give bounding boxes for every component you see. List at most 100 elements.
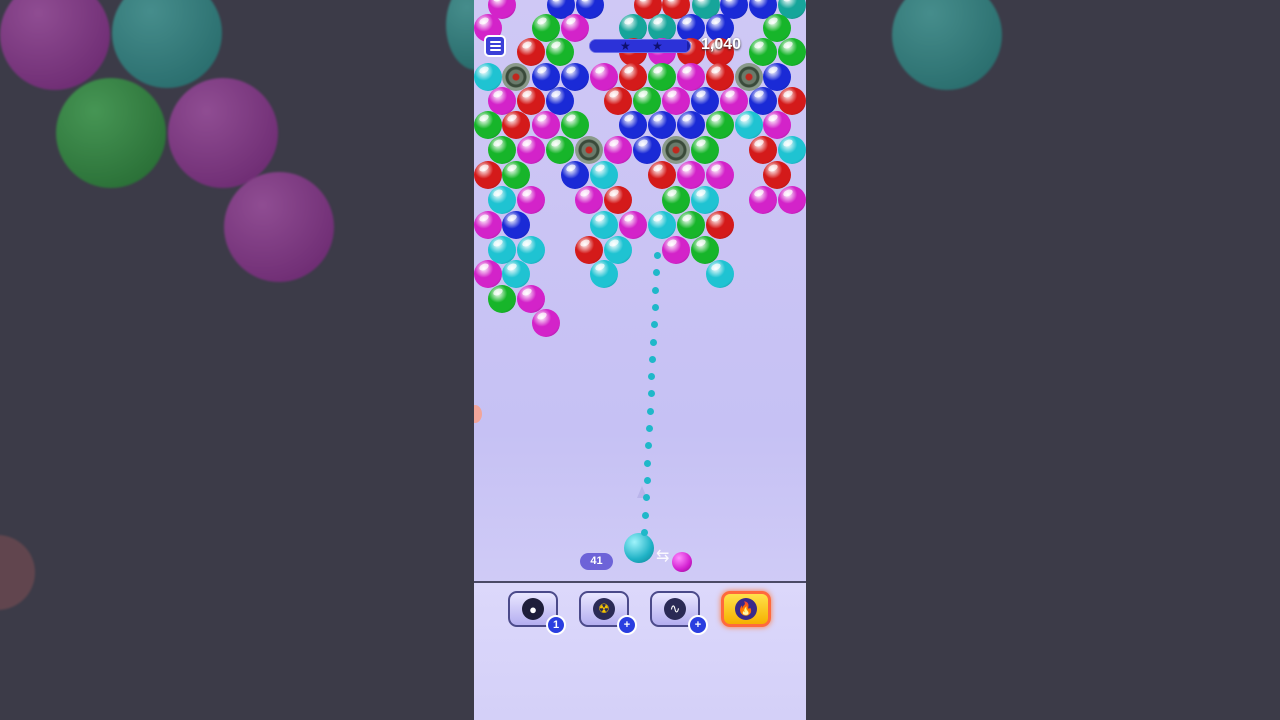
bubble [735,111,763,139]
aim-dot [641,528,649,536]
bg-bubble [0,535,35,610]
bubble [474,161,502,189]
bubble [677,111,705,139]
aim-dot [649,355,657,363]
bubble [517,186,545,214]
bg-bubble [0,0,110,90]
aim-dot [644,459,652,467]
menu-button[interactable] [484,35,506,57]
powerup-add-badge: + [617,615,637,635]
game-screen[interactable]: ★ ★ 1,040 41 ⇆ ● 1 ☢ + ∿ + 🔥 [474,0,806,720]
bomb-bubble [662,136,690,164]
bubble [517,136,545,164]
bubble [749,136,777,164]
bubble [590,211,618,239]
aim-dot [650,321,658,329]
aim-dot [646,425,653,432]
bubble [763,161,791,189]
bubble [763,111,791,139]
launcher-bubble[interactable] [624,533,654,563]
aim-dot [642,494,650,502]
bubble [648,211,676,239]
bomb-bubble [575,136,603,164]
bubble [590,161,618,189]
bubble [502,161,530,189]
bubble [648,111,676,139]
aim-dot [647,390,655,398]
next-bubble[interactable] [672,552,692,572]
aim-dot [651,303,659,311]
powerup-radiation-button[interactable]: ☢ + [579,591,637,635]
bubble [633,136,661,164]
fire-icon: 🔥 [735,598,757,620]
bubble [662,186,690,214]
progress-fill [590,40,687,52]
bubble [604,186,632,214]
bubble [778,87,806,115]
bubble [474,260,502,288]
powerup-bomb-button[interactable]: ● 1 [508,591,566,635]
powerup-tray: ● 1 ☢ + ∿ + 🔥 [474,583,806,720]
bubble [532,309,560,337]
bubble [546,136,574,164]
radiation-icon: ☢ [593,598,615,620]
bg-bubble [112,0,222,88]
hamburger-icon-line [489,45,501,47]
bg-bubble [224,172,334,282]
bubble [561,111,589,139]
bubble [691,136,719,164]
bubble [677,211,705,239]
powerup-count-badge: 1 [546,615,566,635]
powerup-fire-button[interactable]: 🔥 [721,591,771,627]
bubble [532,111,560,139]
star-icon: ★ [620,39,631,53]
bubble [488,136,516,164]
hamburger-icon [489,41,501,43]
bubble [488,186,516,214]
aim-dot [652,286,660,294]
aim-dot [643,476,651,484]
powerup-wave-button[interactable]: ∿ + [650,591,708,635]
top-bar: ★ ★ 1,040 [474,30,806,62]
bubble [662,236,690,264]
bubble [706,260,734,288]
bubble [749,186,777,214]
bg-bubble [892,0,1002,90]
bubble [502,211,530,239]
bubble [561,63,589,91]
swap-arrows-icon[interactable]: ⇆ [656,546,669,566]
score-progress-bar: ★ ★ [589,39,691,53]
aim-dot [650,338,657,346]
bubble [502,111,530,139]
bubble [619,211,647,239]
bubble [561,161,589,189]
bg-bubble [168,78,278,188]
bubble [488,285,516,313]
bubble [502,260,530,288]
bubble [778,186,806,214]
bubble [677,161,705,189]
bubble [517,236,545,264]
bubble [474,211,502,239]
bubble [691,186,719,214]
score-value: 1,040 [701,36,742,53]
bomb-icon: ● [522,598,544,620]
aim-dot [654,252,661,259]
hamburger-icon-line [489,49,501,51]
bubble [648,161,676,189]
bubble [706,211,734,239]
bubble [575,186,603,214]
bubble [706,111,734,139]
shots-remaining-badge: 41 [580,553,613,570]
bubble [604,136,632,164]
aim-dot [646,407,654,415]
star-icon: ★ [652,39,663,53]
aim-dot [642,511,649,519]
powerup-add-badge: + [688,615,708,635]
bubble [474,111,502,139]
bubble [590,260,618,288]
bubble [706,161,734,189]
bg-bubble [56,78,166,188]
bubble [619,111,647,139]
wave-icon: ∿ [664,598,686,620]
